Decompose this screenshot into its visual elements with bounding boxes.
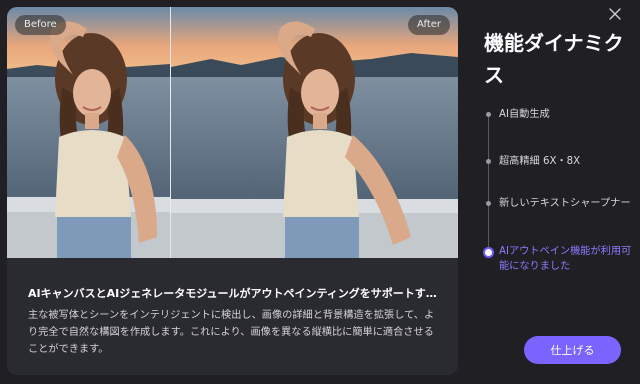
after-label: After [407, 15, 450, 35]
before-image: Before [7, 7, 170, 258]
timeline-dot [486, 159, 491, 164]
timeline-dot [486, 201, 491, 206]
close-icon [609, 8, 621, 20]
after-image: After [171, 7, 458, 258]
timeline-dot-active [483, 247, 494, 258]
feature-description-area: AIキャンバスとAIジェネレータモジュールがアウトペインティングをサポートす… … [7, 258, 458, 375]
before-label: Before [15, 15, 66, 35]
before-after-preview[interactable]: Before After [7, 7, 458, 258]
timeline-item-label: AI自動生成 [499, 109, 550, 120]
timeline-item-label: 新しいテキストシャープナー [499, 198, 631, 209]
feature-dialog: Before After AIキャンバスとAIジェネレータモジュールがアウトペイ… [0, 0, 640, 384]
timeline-dot [486, 112, 491, 117]
timeline-item-label: AIアウトペイン機能が利用可能になりました [499, 246, 632, 272]
feature-timeline: AI自動生成 超高精細 6X・8X 新しいテキストシャープナー AIアウトペイン… [483, 100, 636, 290]
timeline-line [488, 114, 489, 257]
feature-card: Before After AIキャンバスとAIジェネレータモジュールがアウトペイ… [7, 7, 458, 375]
feature-description: 主な被写体とシーンをインテリジェントに検出し、画像の詳細と背景構造を拡張して、よ… [28, 310, 435, 355]
panel-title: 機能ダイナミクス [484, 31, 624, 87]
finish-button[interactable]: 仕上げる [524, 336, 621, 364]
timeline-item-label: 超高精細 6X・8X [499, 156, 581, 167]
close-button[interactable] [606, 5, 624, 23]
feature-headline: AIキャンバスとAIジェネレータモジュールがアウトペインティングをサポートす… [28, 287, 437, 300]
